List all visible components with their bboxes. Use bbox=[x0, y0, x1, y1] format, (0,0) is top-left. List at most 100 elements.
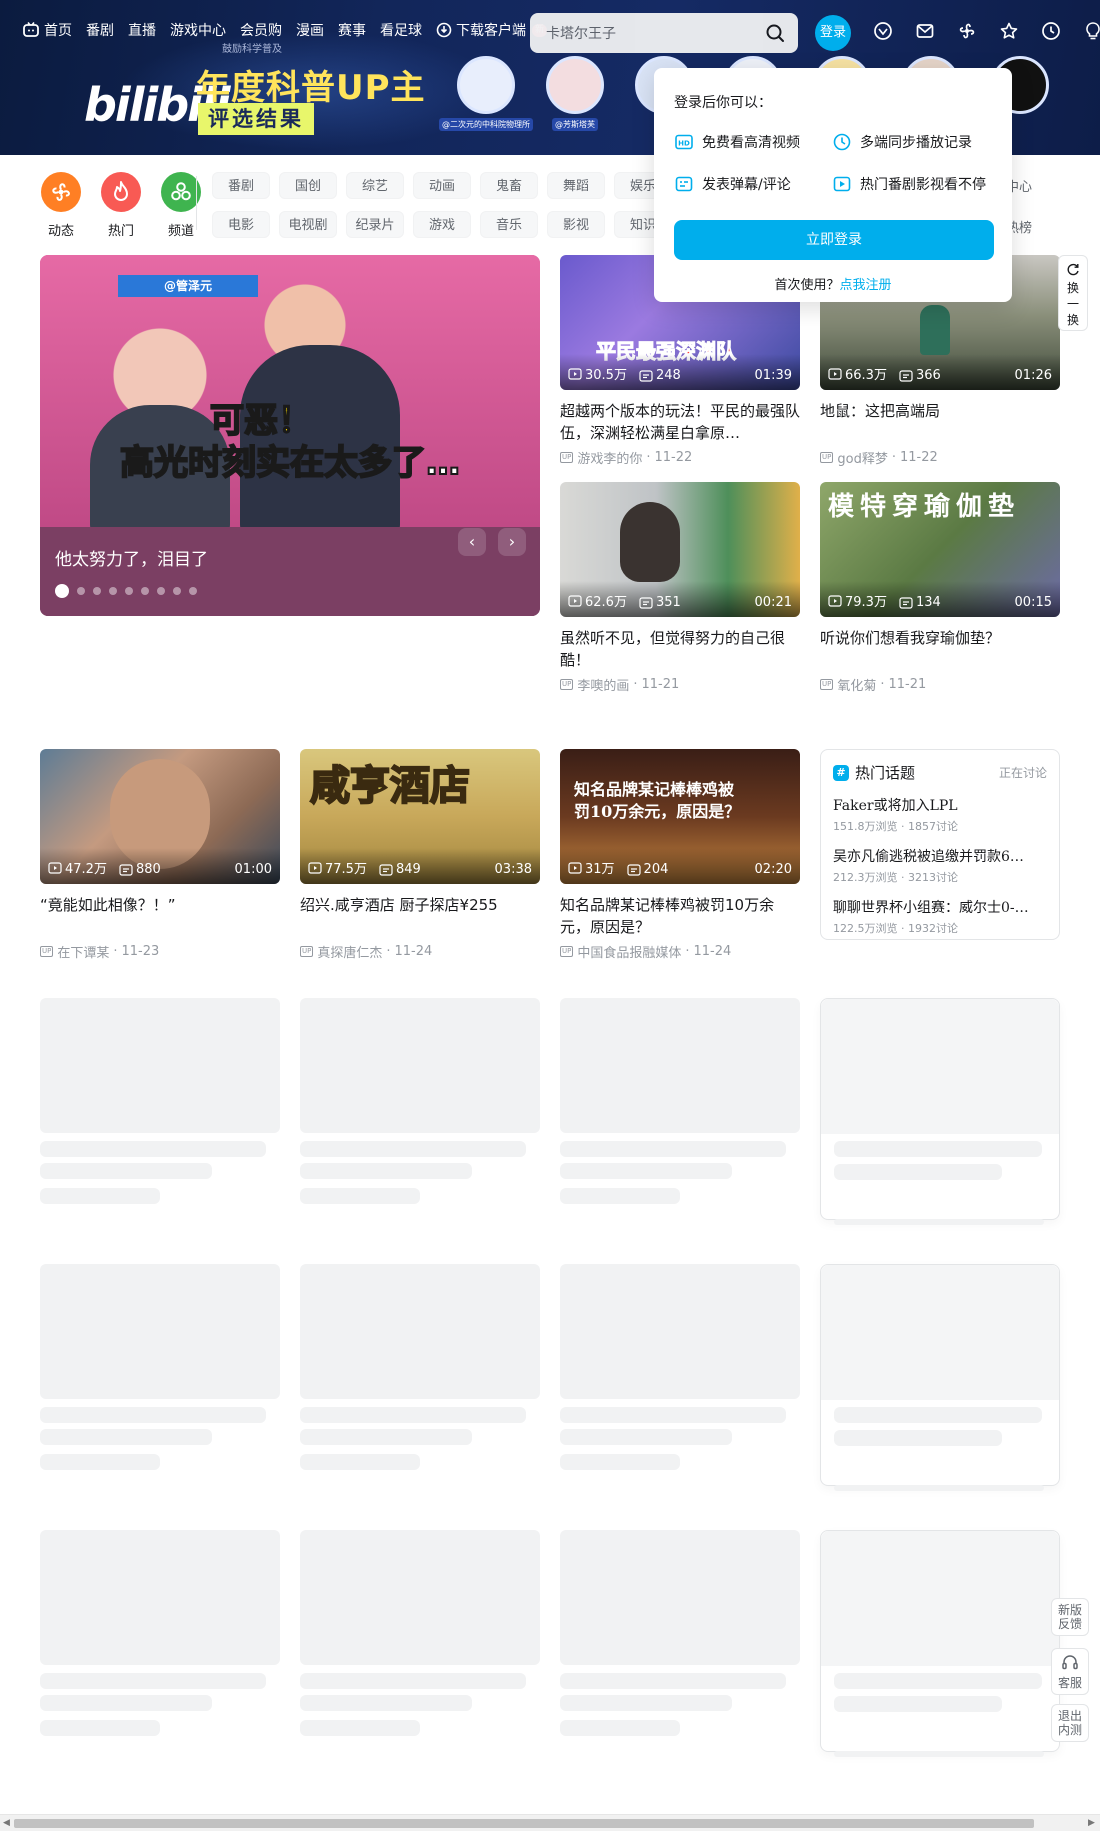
carousel-dot[interactable] bbox=[55, 584, 69, 598]
video-title[interactable]: 地鼠：这把高端局 bbox=[820, 400, 1060, 444]
video-title[interactable]: 虽然听不见，但觉得努力的自己很酷！ bbox=[560, 627, 800, 671]
video-duration: 01:26 bbox=[1014, 368, 1052, 383]
nav-item-game-center[interactable]: 游戏中心 bbox=[170, 20, 226, 40]
hot-topic-title[interactable]: 吴亦凡偷逃税被追缴并罚款6… bbox=[833, 846, 1047, 866]
channel-dynamic[interactable]: 动态 bbox=[40, 172, 82, 239]
tag-guochuang[interactable]: 国创 bbox=[279, 172, 337, 199]
video-card[interactable]: 知名品牌某记棒棒鸡被罚10万余元，原因是？ 31万 204 02:20 知名品牌… bbox=[560, 749, 800, 961]
carousel-dot[interactable] bbox=[141, 587, 149, 595]
carousel-dot[interactable] bbox=[93, 587, 101, 595]
video-thumbnail[interactable]: 咸亨酒店 77.5万 849 03:38 bbox=[300, 749, 540, 884]
scroll-left-arrow-icon[interactable]: ◀ bbox=[3, 1818, 10, 1828]
search-input[interactable] bbox=[546, 25, 764, 41]
video-title[interactable]: “竟能如此相像？！” bbox=[40, 894, 280, 938]
carousel-next-button[interactable]: › bbox=[498, 528, 526, 556]
channels-icon bbox=[161, 172, 201, 212]
tag-game[interactable]: 游戏 bbox=[413, 211, 471, 238]
uploader-name[interactable]: 氧化菊 bbox=[837, 675, 876, 694]
tag-documentary[interactable]: 纪录片 bbox=[346, 211, 404, 238]
nav-item-live[interactable]: 直播 bbox=[128, 20, 156, 40]
video-card[interactable]: 咸亨酒店 77.5万 849 03:38 绍兴.咸亨酒店 厨子探店¥255 UP… bbox=[300, 749, 540, 961]
danmaku-count: 351 bbox=[639, 595, 681, 610]
nav-item-home[interactable]: 首页 bbox=[22, 20, 72, 40]
scroll-right-arrow-icon[interactable]: ▶ bbox=[1088, 1818, 1095, 1828]
uploader-name[interactable]: 中国食品报融媒体 bbox=[577, 942, 681, 961]
login-now-button[interactable]: 立即登录 bbox=[674, 220, 994, 260]
hot-topic-item[interactable]: 吴亦凡偷逃税被追缴并罚款6… 212.3万浏览 · 3213讨论 bbox=[833, 846, 1047, 885]
scrollbar-thumb[interactable] bbox=[14, 1819, 1034, 1828]
nav-item-bangumi[interactable]: 番剧 bbox=[86, 20, 114, 40]
tag-movie[interactable]: 电影 bbox=[212, 211, 270, 238]
carousel[interactable]: @管泽元 可恶！ 高光时刻实在太多了… 他太努力了，泪目了 ‹ › bbox=[40, 255, 540, 616]
nav-item-label: 首页 bbox=[44, 23, 72, 39]
search-icon[interactable] bbox=[764, 22, 786, 44]
hot-topic-title[interactable]: Faker或将加入LPL bbox=[833, 795, 1047, 815]
hot-topic-item[interactable]: 聊聊世界杯小组赛：威尔士0-… 122.5万浏览 · 1932讨论 bbox=[833, 897, 1047, 936]
uploader-name[interactable]: god释梦 bbox=[837, 448, 887, 467]
nav-item-events[interactable]: 赛事 bbox=[338, 20, 366, 40]
message-icon[interactable] bbox=[914, 20, 936, 42]
video-thumbnail[interactable]: 知名品牌某记棒棒鸡被罚10万余元，原因是？ 31万 204 02:20 bbox=[560, 749, 800, 884]
tag-variety[interactable]: 综艺 bbox=[346, 172, 404, 199]
history-icon[interactable] bbox=[1040, 20, 1062, 42]
channel-hot[interactable]: 热门 bbox=[100, 172, 142, 239]
dynamic-icon[interactable] bbox=[956, 20, 978, 42]
horizontal-scrollbar[interactable]: ◀ ▶ bbox=[0, 1814, 1100, 1831]
uploader-name[interactable]: 真探唐仁杰 bbox=[317, 942, 382, 961]
uploader-name[interactable]: 在下谭某 bbox=[57, 942, 109, 961]
refresh-switch-button[interactable]: 换 一 换 bbox=[1058, 255, 1088, 331]
carousel-dot[interactable] bbox=[189, 587, 197, 595]
register-link[interactable]: 点我注册 bbox=[840, 278, 892, 293]
vip-icon[interactable] bbox=[872, 20, 894, 42]
video-thumbnail[interactable]: 模特穿瑜伽垫 79.3万 134 00:15 bbox=[820, 482, 1060, 617]
uploader-name[interactable]: 李噢的画 bbox=[577, 675, 629, 694]
video-duration: 01:00 bbox=[234, 862, 272, 877]
video-thumbnail[interactable]: 62.6万 351 00:21 bbox=[560, 482, 800, 617]
nav-item-label: 番剧 bbox=[86, 23, 114, 39]
favorite-icon[interactable] bbox=[998, 20, 1020, 42]
carousel-dot[interactable] bbox=[77, 587, 85, 595]
skeleton-line bbox=[834, 1219, 1044, 1225]
hot-topic-title[interactable]: 聊聊世界杯小组赛：威尔士0-… bbox=[833, 897, 1047, 917]
feedback-button[interactable]: 新版反馈 bbox=[1051, 1598, 1089, 1636]
search-bar[interactable] bbox=[530, 13, 798, 53]
carousel-dot[interactable] bbox=[125, 587, 133, 595]
banner-title: 年度科普UP主 bbox=[196, 68, 426, 108]
video-title[interactable]: 超越两个版本的玩法！平民的最强队伍，深渊轻松满星白拿原… bbox=[560, 400, 800, 444]
video-card[interactable]: 62.6万 351 00:21 虽然听不见，但觉得努力的自己很酷！ UP 李噢的画… bbox=[560, 482, 800, 694]
skeleton-thumbnail bbox=[300, 1530, 540, 1665]
video-card[interactable]: 模特穿瑜伽垫 79.3万 134 00:15 听说你们想看我穿瑜伽垫？ UP 氧化… bbox=[820, 482, 1060, 694]
skeleton-line bbox=[834, 1673, 1042, 1689]
tag-tv[interactable]: 电视剧 bbox=[279, 211, 337, 238]
uploader-name[interactable]: 游戏李的你 bbox=[577, 448, 642, 467]
carousel-title[interactable]: 他太努力了，泪目了 bbox=[55, 545, 208, 570]
tag-dance[interactable]: 舞蹈 bbox=[547, 172, 605, 199]
video-title[interactable]: 知名品牌某记棒棒鸡被罚10万余元，原因是？ bbox=[560, 894, 800, 938]
customer-service-button[interactable]: 客服 bbox=[1051, 1648, 1089, 1695]
carousel-prev-button[interactable]: ‹ bbox=[458, 528, 486, 556]
nav-item-vip-shop[interactable]: 会员购 bbox=[240, 20, 282, 40]
video-thumbnail[interactable]: 47.2万 880 01:00 bbox=[40, 749, 280, 884]
carousel-dot[interactable] bbox=[109, 587, 117, 595]
hot-topic-item[interactable]: Faker或将加入LPL 151.8万浏览 · 1857讨论 bbox=[833, 795, 1047, 834]
hot-topics-right[interactable]: 正在讨论 bbox=[999, 764, 1047, 781]
nav-item-football[interactable]: 看足球 bbox=[380, 20, 422, 40]
tag-film[interactable]: 影视 bbox=[547, 211, 605, 238]
tag-kichiku[interactable]: 鬼畜 bbox=[480, 172, 538, 199]
video-card[interactable]: 47.2万 880 01:00 “竟能如此相像？！” UP 在下谭某 · 11-23 bbox=[40, 749, 280, 961]
carousel-caption: 高光时刻实在太多了… bbox=[119, 442, 461, 484]
carousel-dot[interactable] bbox=[173, 587, 181, 595]
idea-icon[interactable] bbox=[1082, 20, 1100, 42]
upload-date: 11-22 bbox=[654, 450, 693, 465]
video-title[interactable]: 绍兴.咸亨酒店 厨子探店¥255 bbox=[300, 894, 540, 938]
skeleton-card-top bbox=[821, 1265, 1059, 1400]
tag-music[interactable]: 音乐 bbox=[480, 211, 538, 238]
login-button[interactable]: 登录 bbox=[815, 15, 851, 51]
carousel-dot[interactable] bbox=[157, 587, 165, 595]
exit-beta-button[interactable]: 退出内测 bbox=[1051, 1704, 1089, 1742]
video-duration: 03:38 bbox=[494, 862, 532, 877]
nav-item-manga[interactable]: 漫画 bbox=[296, 20, 324, 40]
tag-bangumi[interactable]: 番剧 bbox=[212, 172, 270, 199]
video-title[interactable]: 听说你们想看我穿瑜伽垫？ bbox=[820, 627, 1060, 671]
tag-animation[interactable]: 动画 bbox=[413, 172, 471, 199]
